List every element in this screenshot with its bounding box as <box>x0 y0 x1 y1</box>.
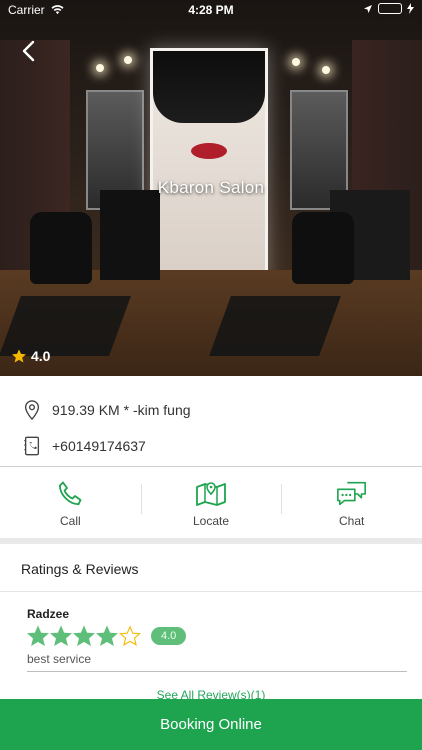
battery-icon <box>378 3 402 14</box>
poster-hair <box>153 51 265 123</box>
star-filled-icon <box>27 625 49 647</box>
salon-poster <box>150 48 268 280</box>
status-right <box>363 3 414 14</box>
map-icon <box>195 478 227 510</box>
salon-rating-value: 4.0 <box>31 348 51 364</box>
reviews-heading: Ratings & Reviews <box>21 561 139 577</box>
salon-lamp <box>322 66 330 74</box>
review-stars <box>27 625 141 647</box>
address-text: 919.39 KM * -kim fung <box>52 402 191 418</box>
star-empty-icon <box>119 625 141 647</box>
location-pin-icon <box>22 400 42 420</box>
salon-station <box>100 190 160 280</box>
poster-lips <box>191 143 227 159</box>
salon-title: Kbaron Salon <box>157 178 265 197</box>
phone-text: +60149174637 <box>52 438 146 454</box>
review-rating-row: 4.0 <box>27 625 407 647</box>
call-label: Call <box>60 514 81 528</box>
salon-lamp <box>124 56 132 64</box>
locate-button[interactable]: Locate <box>140 478 282 534</box>
review-comment: best service <box>27 652 92 666</box>
phone-book-icon <box>22 436 42 456</box>
booking-online-button[interactable]: Booking Online <box>0 699 422 750</box>
review-item: Radzee 4.0 best service <box>27 607 407 666</box>
star-filled-icon <box>73 625 95 647</box>
chat-label: Chat <box>339 514 365 528</box>
salon-rating: 4.0 <box>11 348 50 364</box>
salon-mat <box>209 296 341 356</box>
status-bar: Carrier 4:28 PM <box>0 0 422 20</box>
divider <box>0 591 422 592</box>
divider <box>0 466 422 467</box>
salon-info: 919.39 KM * -kim fung +60149174637 <box>0 393 422 463</box>
salon-lamp <box>96 64 104 72</box>
back-button[interactable] <box>16 38 42 64</box>
charging-icon <box>407 3 414 14</box>
phone-row[interactable]: +60149174637 <box>0 429 422 463</box>
phone-icon <box>54 478 86 510</box>
salon-mat <box>0 296 131 356</box>
divider <box>27 671 407 672</box>
chevron-left-icon <box>22 40 35 62</box>
salon-hero-image: Kbaron Salon 4.0 <box>0 0 422 376</box>
review-score-badge: 4.0 <box>151 627 187 645</box>
locate-label: Locate <box>192 514 230 528</box>
star-filled-icon <box>50 625 72 647</box>
location-arrow-icon <box>364 4 372 13</box>
star-icon <box>12 349 26 363</box>
salon-chair <box>30 212 92 284</box>
chat-icon <box>336 478 368 510</box>
section-separator <box>0 538 422 544</box>
status-time: 4:28 PM <box>188 3 234 17</box>
salon-lamp <box>292 58 300 66</box>
action-bar: Call Locate Chat <box>0 478 422 534</box>
salon-chair <box>292 212 354 284</box>
chat-button[interactable]: Chat <box>281 478 422 534</box>
reviewer-name: Radzee <box>27 607 70 621</box>
address-row[interactable]: 919.39 KM * -kim fung <box>0 393 422 427</box>
call-button[interactable]: Call <box>0 478 141 534</box>
star-filled-icon <box>96 625 118 647</box>
